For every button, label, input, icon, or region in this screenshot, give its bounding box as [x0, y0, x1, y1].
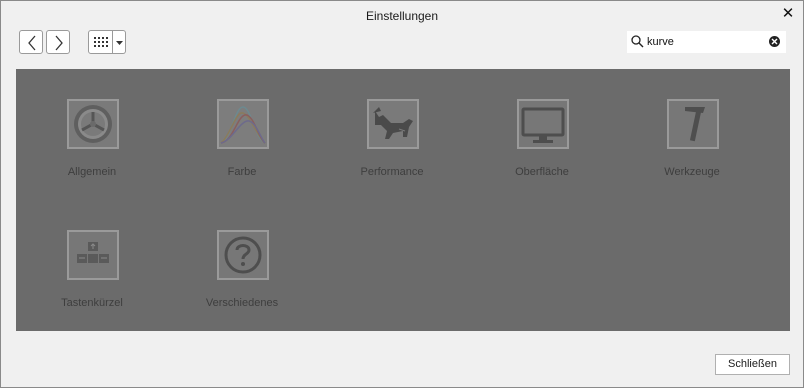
clear-search-button[interactable] [769, 36, 780, 47]
title-bar: Einstellungen ✕ [1, 1, 803, 30]
category-label: Werkzeuge [664, 166, 720, 178]
category-label: Farbe [227, 166, 257, 178]
window-title: Einstellungen [365, 9, 439, 23]
search-icon [631, 35, 644, 48]
category-allgemein[interactable]: Allgemein [32, 99, 152, 209]
category-tastenkuerzel[interactable]: Tastenkürzel [32, 230, 152, 340]
color-curve-icon [217, 99, 269, 149]
category-label: Tastenkürzel [61, 297, 123, 309]
back-button[interactable] [19, 30, 43, 54]
clear-icon [771, 38, 778, 45]
gear-icon [67, 99, 119, 149]
category-farbe[interactable]: Farbe [182, 99, 302, 209]
category-label: Verschiedenes [205, 297, 279, 309]
forward-button[interactable] [46, 30, 70, 54]
category-werkzeuge[interactable]: Werkzeuge [632, 99, 752, 209]
chevron-right-icon [55, 35, 63, 51]
caret-down-icon [116, 41, 123, 45]
category-label: Oberfläche [515, 166, 569, 178]
close-icon[interactable]: ✕ [779, 5, 797, 23]
category-verschiedenes[interactable]: Verschiedenes [182, 230, 302, 340]
category-label: Allgemein [67, 166, 117, 178]
toolbar [1, 30, 803, 57]
question-icon [217, 230, 269, 280]
category-label: Performance [360, 166, 424, 178]
categories-panel: Allgemein Farbe Performance Oberfläche W… [16, 69, 790, 331]
keyboard-icon [67, 230, 119, 280]
category-oberflaeche[interactable]: Oberfläche [482, 99, 602, 209]
cat-icon [367, 99, 419, 149]
grid-view-icon [94, 37, 108, 47]
search-field [627, 31, 786, 53]
category-performance[interactable]: Performance [332, 99, 452, 209]
search-input[interactable] [647, 33, 765, 50]
view-dropdown-button[interactable] [113, 30, 126, 54]
hammer-icon [667, 99, 719, 149]
close-button[interactable]: Schließen [715, 354, 790, 375]
chevron-left-icon [28, 35, 36, 51]
monitor-icon [517, 99, 569, 149]
preferences-window: Einstellungen ✕ kurve Allgemein Farbe Pe… [0, 0, 804, 388]
grid-view-button[interactable] [88, 30, 113, 54]
